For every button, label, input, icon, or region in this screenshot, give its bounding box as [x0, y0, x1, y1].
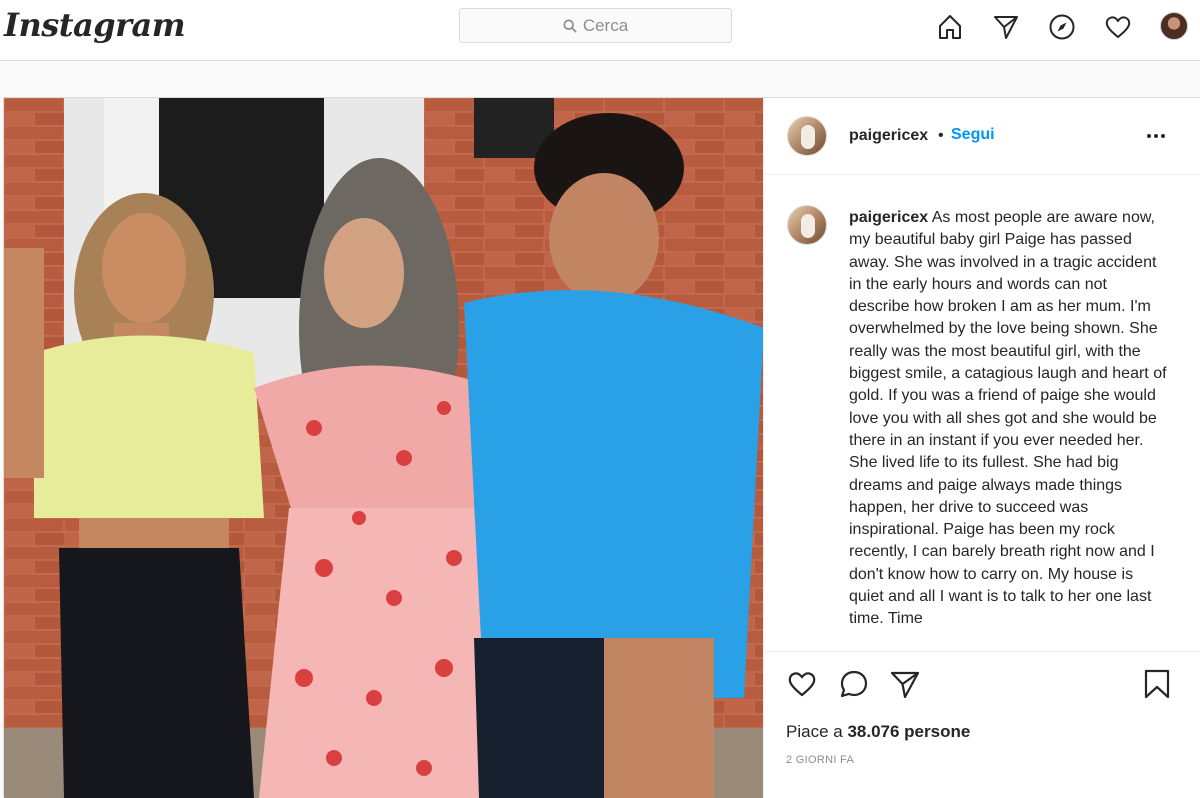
author-avatar[interactable] [787, 116, 827, 156]
search-placeholder: Cerca [582, 15, 629, 35]
likes-number[interactable]: 38.076 persone [847, 722, 970, 741]
post-photo[interactable] [4, 98, 763, 798]
caption-text: As most people are aware now, my beautif… [849, 209, 1167, 628]
post-header: paigericex • Segui [764, 98, 1200, 175]
caption-author-avatar[interactable] [787, 205, 827, 245]
author-username[interactable]: paigericex [849, 127, 928, 145]
share-icon[interactable] [889, 668, 921, 700]
like-heart-icon[interactable] [786, 668, 818, 700]
instagram-logo[interactable]: Instagram [4, 6, 186, 44]
post-card: paigericex • Segui paigericex As most pe… [3, 97, 1200, 798]
search-input[interactable]: Cerca [459, 8, 732, 43]
caption-scroll-area[interactable]: paigericex As most people are aware now,… [764, 176, 1200, 650]
search-icon [563, 18, 577, 33]
post-caption: paigericex As most people are aware now,… [849, 207, 1171, 631]
more-options-icon[interactable] [1144, 124, 1168, 148]
likes-count[interactable]: Piace a 38.076 persone [786, 722, 970, 742]
direct-message-icon[interactable] [991, 12, 1021, 42]
likes-prefix: Piace a [786, 722, 848, 741]
comment-icon[interactable] [838, 668, 870, 700]
explore-compass-icon[interactable] [1047, 12, 1077, 42]
separator-dot: • [938, 127, 944, 144]
save-bookmark-icon[interactable] [1141, 668, 1173, 700]
post-timestamp[interactable]: 2 GIORNI FA [786, 754, 854, 766]
post-side-panel: paigericex • Segui paigericex As most pe… [763, 98, 1200, 798]
caption-username[interactable]: paigericex [849, 209, 928, 226]
top-nav-bar: Instagram Cerca [0, 0, 1200, 61]
post-actions: Piace a 38.076 persone 2 GIORNI FA [764, 651, 1200, 798]
post-image [4, 98, 763, 798]
home-icon[interactable] [935, 12, 965, 42]
follow-button[interactable]: Segui [951, 126, 995, 144]
profile-avatar[interactable] [1160, 12, 1188, 40]
activity-heart-icon[interactable] [1103, 12, 1133, 42]
